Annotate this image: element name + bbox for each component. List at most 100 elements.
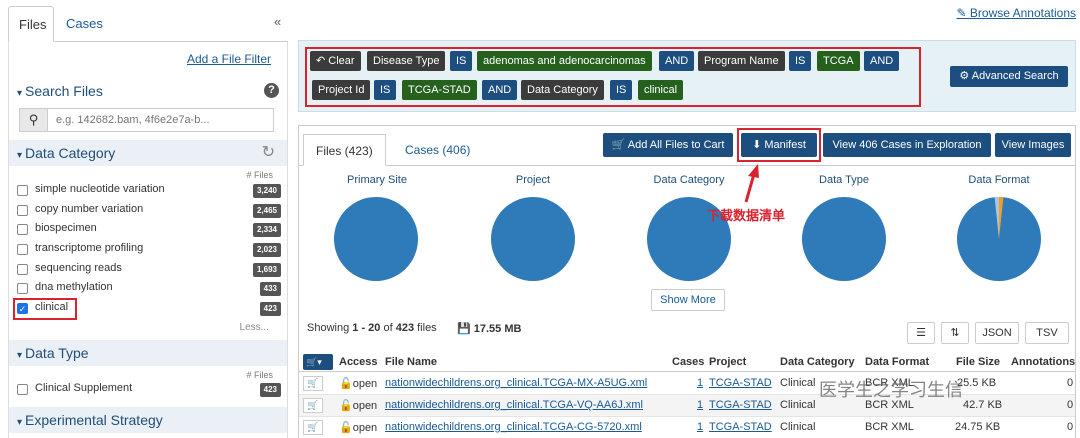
- show-more-button[interactable]: Show More: [651, 289, 725, 311]
- cases-link[interactable]: 1: [697, 399, 703, 411]
- checkbox[interactable]: [17, 205, 28, 216]
- access-cell: 🔓open: [339, 399, 377, 412]
- facet-term[interactable]: simple nucleotide variation 3,240: [17, 182, 281, 200]
- sidebar: Files Cases « Add a File Filter ▾ Search …: [0, 0, 288, 438]
- query-field-chip[interactable]: Data Category: [521, 80, 604, 100]
- search-files-title: Search Files: [25, 83, 103, 99]
- tab-files[interactable]: Files: [8, 6, 54, 42]
- cases-link[interactable]: 1: [697, 421, 703, 433]
- files-column-label: # Files: [246, 170, 273, 180]
- data-type-title: Data Type: [25, 345, 89, 361]
- advanced-search-button[interactable]: ⚙ Advanced Search: [950, 66, 1068, 87]
- cart-dropdown-button[interactable]: 🛒▾: [303, 354, 333, 370]
- cases-link[interactable]: 1: [697, 377, 703, 389]
- double-chevron-left-icon[interactable]: «: [274, 14, 281, 29]
- facet-term[interactable]: copy number variation 2,465: [17, 202, 281, 220]
- add-to-cart-icon[interactable]: 🛒: [303, 420, 323, 435]
- browse-annotations-link[interactable]: ✎ Browse Annotations: [957, 6, 1076, 20]
- term-label: dna methylation: [35, 281, 113, 293]
- total-size-value: 17.55 MB: [473, 323, 522, 335]
- query-value-chip[interactable]: TCGA-STAD: [402, 80, 477, 100]
- add-to-cart-icon[interactable]: 🛒: [303, 376, 323, 391]
- tab-cases[interactable]: Cases: [56, 6, 113, 42]
- annotation-download-manifest: 下载数据清单: [707, 209, 786, 224]
- data-category-cell: Clinical: [780, 421, 816, 433]
- term-label: simple nucleotide variation: [35, 183, 165, 195]
- checkbox[interactable]: [17, 264, 28, 275]
- file-name-link[interactable]: nationwidechildrens.org_clinical.TCGA-MX…: [385, 377, 647, 389]
- facet-term[interactable]: sequencing reads 1,693: [17, 261, 281, 279]
- col-access[interactable]: Access: [339, 356, 378, 368]
- experimental-strategy-header[interactable]: ▾ Experimental Strategy: [9, 407, 287, 433]
- facet-term[interactable]: transcriptome profiling 2,023: [17, 241, 281, 259]
- col-data-category[interactable]: Data Category: [780, 356, 855, 368]
- project-link[interactable]: TCGA-STAD: [709, 421, 772, 433]
- project-link[interactable]: TCGA-STAD: [709, 399, 772, 411]
- data-type-header[interactable]: ▾ Data Type: [9, 340, 287, 366]
- search-icon[interactable]: ⚲: [20, 109, 48, 131]
- help-icon[interactable]: ?: [264, 83, 279, 98]
- query-value-chip[interactable]: clinical: [638, 80, 684, 100]
- facet-term[interactable]: biospecimen 2,334: [17, 221, 281, 239]
- query-field-chip[interactable]: Project Id: [312, 80, 371, 100]
- checkbox[interactable]: [17, 384, 28, 395]
- column-list-icon[interactable]: ☰: [907, 322, 935, 344]
- reset-icon[interactable]: ↻: [262, 140, 275, 166]
- pie-data-type-slice[interactable]: [802, 197, 886, 281]
- gears-icon: ⚙: [959, 70, 972, 82]
- cart-icon: 🛒▾: [306, 357, 322, 367]
- unlock-icon: 🔓: [339, 378, 353, 390]
- add-file-filter-link[interactable]: Add a File Filter: [187, 52, 271, 66]
- facet-term[interactable]: dna methylation 433: [17, 280, 281, 298]
- col-project[interactable]: Project: [709, 356, 746, 368]
- term-count: 1,693: [252, 263, 281, 277]
- search-files-input[interactable]: [56, 112, 266, 128]
- query-and-chip: AND: [659, 51, 695, 71]
- sidebar-tabs: Files Cases: [8, 6, 288, 42]
- pie-primary-site-slice[interactable]: [334, 197, 418, 281]
- chevron-down-icon: ▾: [17, 88, 23, 99]
- sort-icon[interactable]: ⇅: [941, 322, 969, 344]
- data-category-header[interactable]: ▾ Data Category ↻: [9, 140, 287, 166]
- search-files-header[interactable]: ▾ Search Files ?: [9, 78, 287, 104]
- json-export-button[interactable]: JSON: [975, 322, 1019, 344]
- facet-term[interactable]: Clinical Supplement 423: [17, 381, 281, 399]
- query-field-chip[interactable]: Disease Type: [367, 51, 446, 71]
- advanced-search-label: Advanced Search: [971, 70, 1059, 82]
- term-count: 2,334: [252, 223, 281, 237]
- col-annotations[interactable]: Annotations: [1011, 356, 1075, 368]
- annotations-cell: 0: [1067, 377, 1074, 389]
- facets-panel: Add a File Filter ▾Search Files ? ⚲ ▾Dat…: [8, 42, 288, 438]
- term-label: transcriptome profiling: [35, 242, 144, 254]
- less-link[interactable]: Less...: [240, 322, 269, 333]
- query-and-chip: AND: [482, 80, 518, 100]
- project-link[interactable]: TCGA-STAD: [709, 377, 772, 389]
- query-and-chip: AND: [864, 51, 900, 71]
- chevron-down-icon: ▾: [17, 350, 23, 361]
- query-value-chip[interactable]: TCGA: [817, 51, 860, 71]
- term-count: 3,240: [252, 184, 281, 198]
- query-value-chip[interactable]: adenomas and adenocarcinomas: [477, 51, 652, 71]
- col-cases[interactable]: Cases: [672, 356, 704, 368]
- query-field-chip[interactable]: Program Name: [698, 51, 785, 71]
- term-count: 2,023: [252, 243, 281, 257]
- undo-icon: ↶: [316, 55, 329, 67]
- checkbox[interactable]: [17, 224, 28, 235]
- checkbox[interactable]: [17, 244, 28, 255]
- col-file-name[interactable]: File Name: [385, 356, 437, 368]
- file-name-link[interactable]: nationwidechildrens.org_clinical.TCGA-CG…: [385, 421, 642, 433]
- pie-project-slice[interactable]: [491, 197, 575, 281]
- add-to-cart-icon[interactable]: 🛒: [303, 398, 323, 413]
- checkbox[interactable]: [17, 283, 28, 294]
- file-name-link[interactable]: nationwidechildrens.org_clinical.TCGA-VQ…: [385, 399, 643, 411]
- term-count: 433: [259, 282, 281, 296]
- total-size: 💾 17.55 MB: [457, 322, 521, 335]
- clear-button[interactable]: ↶ Clear: [310, 51, 361, 71]
- query-op-chip: IS: [374, 80, 397, 100]
- checkbox[interactable]: [17, 185, 28, 196]
- col-file-size[interactable]: File Size: [956, 356, 1000, 368]
- access-value: open: [352, 422, 378, 434]
- col-data-format[interactable]: Data Format: [865, 356, 929, 368]
- tsv-export-button[interactable]: TSV: [1025, 322, 1069, 344]
- table-header: 🛒▾ Access File Name Cases Project Data C…: [299, 354, 1075, 372]
